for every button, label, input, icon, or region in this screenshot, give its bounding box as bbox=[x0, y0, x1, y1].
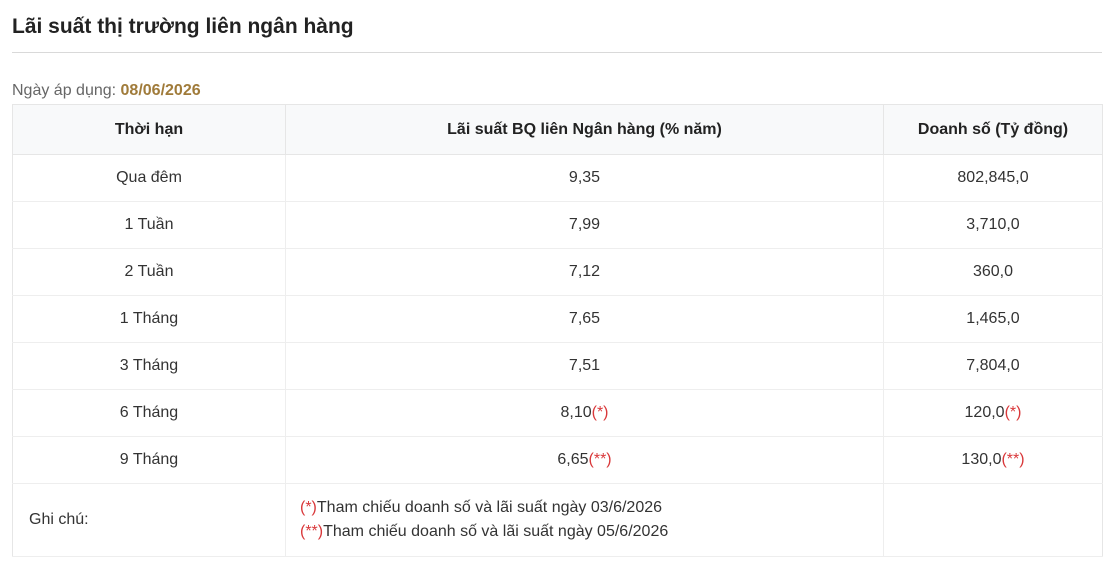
notes-label: Ghi chú: bbox=[12, 483, 286, 557]
rate-cell: 7,99 bbox=[285, 201, 884, 249]
table-row: 2 Tuần 7,12 360,0 bbox=[12, 248, 1103, 296]
term-cell: 1 Tuần bbox=[12, 201, 286, 249]
rate-cell: 9,35 bbox=[285, 154, 884, 202]
volume-value: 3,710,0 bbox=[966, 216, 1020, 233]
table-row: 3 Tháng 7,51 7,804,0 bbox=[12, 342, 1103, 390]
rates-panel: Lãi suất thị trường liên ngân hàng Ngày … bbox=[12, 0, 1103, 557]
applied-date-value: 08/06/2026 bbox=[120, 82, 201, 99]
header-term: Thời hạn bbox=[12, 104, 286, 155]
notes-text: (*)Tham chiếu doanh số và lãi suất ngày … bbox=[285, 483, 884, 557]
rate-cell: 7,12 bbox=[285, 248, 884, 296]
rate-cell: 6,65(**) bbox=[285, 436, 884, 484]
applied-date: Ngày áp dụng: 08/06/2026 bbox=[12, 80, 1102, 102]
note-text: Tham chiếu doanh số và lãi suất ngày 05/… bbox=[323, 523, 669, 540]
rate-value: 9,35 bbox=[568, 169, 601, 186]
volume-cell: 7,804,0 bbox=[883, 342, 1103, 390]
applied-date-label: Ngày áp dụng: bbox=[12, 82, 117, 99]
rate-cell: 7,65 bbox=[285, 295, 884, 343]
term-cell: 1 Tháng bbox=[12, 295, 286, 343]
interbank-rates-table: Thời hạn Lãi suất BQ liên Ngân hàng (% n… bbox=[12, 104, 1103, 557]
volume-value: 7,804,0 bbox=[966, 357, 1020, 374]
header-rate: Lãi suất BQ liên Ngân hàng (% năm) bbox=[285, 104, 884, 155]
table-row: 9 Tháng 6,65(**) 130,0(**) bbox=[12, 436, 1103, 484]
rate-mark: (**) bbox=[588, 451, 612, 468]
volume-value: 120,0 bbox=[964, 404, 1005, 421]
note-text: Tham chiếu doanh số và lãi suất ngày 03/… bbox=[316, 499, 663, 516]
term-cell: 2 Tuần bbox=[12, 248, 286, 296]
rate-cell: 8,10(*) bbox=[285, 389, 884, 437]
note-item: (**)Tham chiếu doanh số và lãi suất ngày… bbox=[300, 520, 883, 544]
volume-mark: (*) bbox=[1004, 404, 1022, 421]
volume-cell: 1,465,0 bbox=[883, 295, 1103, 343]
table-row: 6 Tháng 8,10(*) 120,0(*) bbox=[12, 389, 1103, 437]
notes-row: Ghi chú: (*)Tham chiếu doanh số và lãi s… bbox=[12, 483, 1103, 557]
notes-empty-cell bbox=[883, 483, 1103, 557]
volume-cell: 360,0 bbox=[883, 248, 1103, 296]
term-cell: 3 Tháng bbox=[12, 342, 286, 390]
table-row: 1 Tuần 7,99 3,710,0 bbox=[12, 201, 1103, 249]
header-volume: Doanh số (Tỷ đồng) bbox=[883, 104, 1103, 155]
rate-value: 6,65 bbox=[557, 451, 589, 468]
rate-value: 7,65 bbox=[568, 310, 601, 327]
table-row: Qua đêm 9,35 802,845,0 bbox=[12, 154, 1103, 202]
table-row: 1 Tháng 7,65 1,465,0 bbox=[12, 295, 1103, 343]
volume-value: 130,0 bbox=[961, 451, 1002, 468]
volume-mark: (**) bbox=[1001, 451, 1025, 468]
note-mark: (**) bbox=[300, 523, 324, 540]
rate-value: 7,99 bbox=[568, 216, 601, 233]
rate-value: 7,12 bbox=[568, 263, 601, 280]
rate-value: 8,10 bbox=[560, 404, 592, 421]
page-title: Lãi suất thị trường liên ngân hàng bbox=[12, 15, 354, 38]
term-cell: 9 Tháng bbox=[12, 436, 286, 484]
volume-cell: 130,0(**) bbox=[883, 436, 1103, 484]
note-item: (*)Tham chiếu doanh số và lãi suất ngày … bbox=[300, 496, 883, 520]
term-cell: 6 Tháng bbox=[12, 389, 286, 437]
rate-value: 7,51 bbox=[568, 357, 601, 374]
volume-cell: 120,0(*) bbox=[883, 389, 1103, 437]
volume-value: 802,845,0 bbox=[957, 169, 1029, 186]
volume-value: 360,0 bbox=[972, 263, 1014, 280]
title-divider bbox=[12, 52, 1102, 53]
term-cell: Qua đêm bbox=[12, 154, 286, 202]
volume-cell: 802,845,0 bbox=[883, 154, 1103, 202]
volume-value: 1,465,0 bbox=[966, 310, 1020, 327]
rate-mark: (*) bbox=[591, 404, 609, 421]
table-header-row: Thời hạn Lãi suất BQ liên Ngân hàng (% n… bbox=[12, 104, 1103, 155]
rate-cell: 7,51 bbox=[285, 342, 884, 390]
note-mark: (*) bbox=[300, 499, 317, 516]
volume-cell: 3,710,0 bbox=[883, 201, 1103, 249]
